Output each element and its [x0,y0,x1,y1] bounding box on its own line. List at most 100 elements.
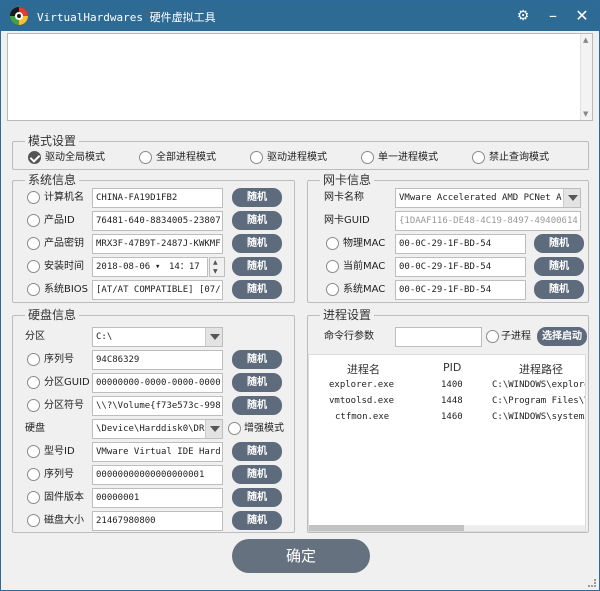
table-horizontal-scrollbar[interactable] [309,525,585,531]
scroll-down-icon[interactable]: ▼ [583,110,588,118]
current-mac-radio[interactable] [326,260,339,273]
process-settings-title: 进程设置 [320,307,375,323]
nic-guid-label: 网卡GUID [324,215,370,226]
serial-random-button[interactable]: 随机 [232,350,282,369]
title-bar: VirtualHardwares 硬件虚拟工具 ⚙ – ✕ [1,1,599,31]
firmware-field[interactable]: 00000001 [92,488,223,508]
process-table: 进程名 PID 进程路径 explorer.exe 1400 C:\WINDOW… [308,354,586,532]
install-date-value: 2018-08-06 [96,262,151,272]
disk-serial-random-button[interactable]: 随机 [232,465,282,484]
disk-size-label: 磁盘大小 [44,515,84,526]
product-id-field[interactable]: 76481-640-8834005-23807 [92,211,223,231]
nic-name-value: VMware Accelerated AMD PCNet A [399,193,562,203]
disk-size-radio[interactable] [27,514,40,527]
settings-gear-icon[interactable]: ⚙ [513,6,533,26]
disk-size-random-button[interactable]: 随机 [232,511,282,530]
partition-dropdown[interactable]: C:\ [92,327,223,347]
nic-name-dropdown-arrow-icon[interactable] [563,189,580,207]
disk-serial-radio[interactable] [27,468,40,481]
disk-serial-field[interactable]: 00000000000000000001 [92,465,223,485]
model-id-radio[interactable] [27,445,40,458]
serial-label: 序列号 [44,354,74,365]
model-id-random-button[interactable]: 随机 [232,442,282,461]
minimize-icon[interactable]: – [543,6,563,26]
install-time-radio[interactable] [27,260,40,273]
serial-field[interactable]: 94C86329 [92,350,223,370]
enhanced-mode-label: 增强模式 [244,423,284,434]
system-mac-field[interactable]: 00-0C-29-1F-BD-54 [395,280,526,300]
product-key-random-button[interactable]: 随机 [232,234,282,253]
spin-down-icon[interactable]: ▼ [213,268,218,275]
firmware-random-button[interactable]: 随机 [232,488,282,507]
mode-radio-5[interactable] [472,151,485,164]
bios-label: 系统BIOS [44,284,89,295]
partition-guid-field[interactable]: 00000000-0000-0000-0000 [92,373,223,393]
current-mac-field[interactable]: 00-0C-29-1F-BD-54 [395,257,526,277]
column-header-pid[interactable]: PID [443,361,461,374]
enhanced-mode-radio[interactable] [228,422,241,435]
mode-label-1: 驱动全局模式 [45,152,105,163]
log-scrollbar[interactable]: ▲ ▼ [580,34,592,120]
column-header-path[interactable]: 进程路径 [519,361,563,377]
mode-radio-2[interactable] [139,151,152,164]
mode-settings-group: 模式设置 驱动全局模式 全部进程模式 驱动进程模式 单一进程模式 禁止查询模式 [12,133,589,170]
system-mac-random-button[interactable]: 随机 [534,280,584,299]
partition-guid-radio[interactable] [27,376,40,389]
mode-label-3: 驱动进程模式 [267,152,327,163]
firmware-radio[interactable] [27,491,40,504]
column-header-name[interactable]: 进程名 [347,361,380,377]
computer-name-radio[interactable] [27,191,40,204]
product-key-field[interactable]: MRX3F-47B9T-2487J-KWKMF [92,234,223,254]
scrollbar-thumb[interactable] [309,525,464,531]
install-time-field[interactable]: 2018-08-06 ▾ 14：17 [92,257,208,277]
process-pid-cell: 1448 [441,396,463,406]
partition-symbol-random-button[interactable]: 随机 [232,396,282,415]
bios-random-button[interactable]: 随机 [232,280,282,299]
scroll-up-icon[interactable]: ▲ [583,36,588,44]
select-start-button[interactable]: 选择启动 [537,327,587,346]
disk-dropdown-arrow-icon[interactable] [205,420,222,438]
mode-radio-3[interactable] [250,151,263,164]
physical-mac-field[interactable]: 00-0C-29-1F-BD-54 [395,234,526,254]
system-mac-radio[interactable] [326,283,339,296]
physical-mac-random-button[interactable]: 随机 [534,234,584,253]
partition-symbol-radio[interactable] [27,399,40,412]
bios-radio[interactable] [27,283,40,296]
spin-up-icon[interactable]: ▲ [213,259,218,266]
nic-info-group: 网卡信息 网卡名称 VMware Accelerated AMD PCNet A… [307,172,589,303]
partition-guid-random-button[interactable]: 随机 [232,373,282,392]
disk-value: \Device\Harddisk0\DR [96,424,205,434]
nic-name-dropdown[interactable]: VMware Accelerated AMD PCNet A [395,188,581,208]
product-id-label: 产品ID [44,215,75,226]
disk-dropdown[interactable]: \Device\Harddisk0\DR [92,419,223,439]
cmdline-input[interactable] [395,327,482,347]
close-icon[interactable]: ✕ [572,6,592,26]
computer-name-random-button[interactable]: 随机 [232,188,282,207]
computer-name-field[interactable]: CHINA-FA19D1FB2 [92,188,223,208]
serial-radio[interactable] [27,353,40,366]
product-id-random-button[interactable]: 随机 [232,211,282,230]
mode-radio-1[interactable] [28,151,41,164]
partition-symbol-field[interactable]: \\?\Volume{f73e573c-998 [92,396,223,416]
disk-label: 硬盘 [25,423,45,434]
product-key-radio[interactable] [27,237,40,250]
computer-name-label: 计算机名 [44,192,84,203]
bios-field[interactable]: [AT/AT COMPATIBLE] [07/ [92,280,223,300]
mode-label-4: 单一进程模式 [378,152,438,163]
install-time-random-button[interactable]: 随机 [232,257,282,276]
disk-size-field[interactable]: 21467980800 [92,511,223,531]
partition-dropdown-arrow-icon[interactable] [205,328,222,346]
install-date-dropdown-icon[interactable]: ▾ [155,258,160,276]
current-mac-random-button[interactable]: 随机 [534,257,584,276]
mode-settings-title: 模式设置 [25,133,80,149]
child-process-radio[interactable] [486,330,499,343]
ok-button[interactable]: 确定 [232,539,370,573]
install-time-spinner[interactable]: ▲ ▼ [209,257,225,277]
log-output-area[interactable]: ▲ ▼ [7,33,593,121]
resize-grip-icon[interactable] [588,579,596,587]
nic-guid-field[interactable]: {1DAAF116-DE48-4C19-8497-49400614 [395,211,581,231]
product-id-radio[interactable] [27,214,40,227]
physical-mac-radio[interactable] [326,237,339,250]
model-id-field[interactable]: VMware Virtual IDE Hard [92,442,223,462]
mode-radio-4[interactable] [361,151,374,164]
